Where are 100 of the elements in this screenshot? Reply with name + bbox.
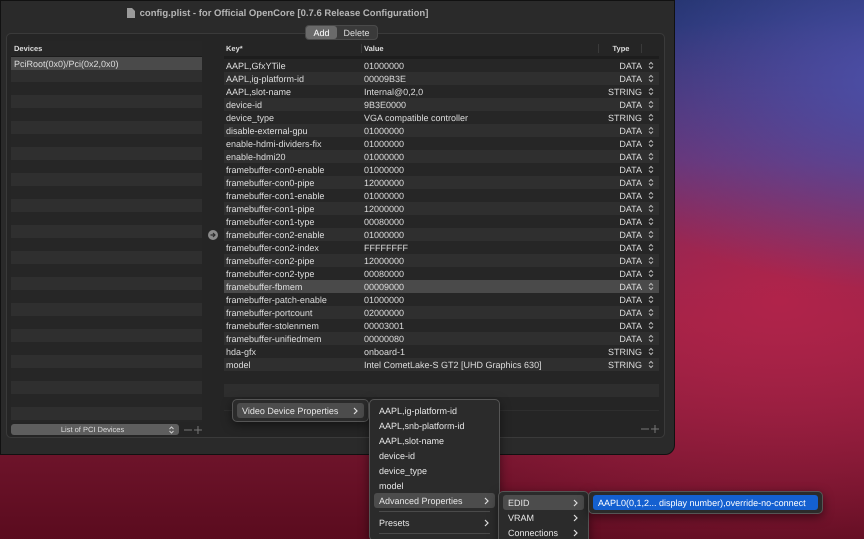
updown-arrows-icon[interactable] <box>648 74 654 83</box>
value-cell-text: 00009000 <box>363 282 406 292</box>
key-cell-text: AAPL,ig-platform-id <box>225 74 306 84</box>
updown-arrows-icon[interactable] <box>648 113 654 122</box>
value-cell-text: 01000000 <box>363 294 406 304</box>
updown-arrows-icon[interactable] <box>648 204 654 213</box>
value-cell-text: 00080000 <box>363 268 406 278</box>
segment-tab[interactable]: Add <box>306 26 336 39</box>
value-cell-text: 01000000 <box>363 164 406 174</box>
type-cell-text: DATA <box>618 100 642 110</box>
add-icon[interactable] <box>194 426 202 434</box>
menu-item[interactable]: Presets <box>374 515 495 530</box>
updown-arrows-icon[interactable] <box>648 165 654 174</box>
updown-arrows-icon[interactable] <box>648 217 654 226</box>
key-cell-text: framebuffer-unifiedmem <box>225 334 322 344</box>
type-cell-text: STRING <box>606 346 642 356</box>
key-cell-text: framebuffer-portcount <box>225 308 314 318</box>
key-cell-text: model <box>225 360 252 370</box>
updown-arrows-icon[interactable] <box>648 87 654 96</box>
updown-arrows-icon[interactable] <box>648 256 654 265</box>
updown-arrows-icon[interactable] <box>648 360 654 369</box>
key-cell-text: framebuffer-fbmem <box>225 282 304 292</box>
type-cell-text: STRING <box>606 86 642 96</box>
type-cell-text: DATA <box>618 190 642 200</box>
key-cell-text: framebuffer-con0-pipe <box>225 178 316 188</box>
updown-arrows-icon[interactable] <box>648 178 654 187</box>
table-row[interactable]: framebuffer-fbmem 00009000 DATA <box>224 280 659 293</box>
type-cell-text: DATA <box>618 320 642 330</box>
menu-item[interactable]: EDID <box>503 495 584 510</box>
type-cell-text: DATA <box>618 138 642 148</box>
type-cell-text: DATA <box>618 308 642 318</box>
segment-tab[interactable]: Delete <box>336 26 377 39</box>
updown-arrows-icon[interactable] <box>648 230 654 239</box>
value-cell-text: 02000000 <box>363 308 406 318</box>
updown-arrows-icon[interactable] <box>648 139 654 148</box>
value-cell-text: 01000000 <box>363 152 406 162</box>
value-cell-text: Intel CometLake-S GT2 [UHD Graphics 630] <box>363 360 543 370</box>
key-cell-text: framebuffer-con1-pipe <box>225 204 316 214</box>
menu-item[interactable]: model <box>374 478 495 493</box>
add-icon[interactable] <box>651 425 659 433</box>
value-cell-text: 00000080 <box>363 334 406 344</box>
updown-arrows-icon[interactable] <box>648 347 654 356</box>
value-cell-text: 01000000 <box>363 126 406 136</box>
device-row[interactable]: PciRoot(0x0)/Pci(0x2,0x0) <box>11 57 202 70</box>
menu-item[interactable]: Video Device Properties <box>237 403 364 418</box>
updown-arrows-icon[interactable] <box>648 334 654 343</box>
key-cell-text: framebuffer-stolenmem <box>225 320 320 330</box>
type-cell-text: DATA <box>618 256 642 266</box>
value-cell-text: onboard-1 <box>363 346 406 356</box>
updown-arrows-icon[interactable] <box>648 126 654 135</box>
updown-arrows-icon[interactable] <box>648 321 654 330</box>
key-cell-text: framebuffer-patch-enable <box>225 294 328 304</box>
updown-arrows-icon[interactable] <box>648 100 654 109</box>
menu-item[interactable]: AAPL,snb-platform-id <box>374 418 495 433</box>
key-cell-text: device_type <box>225 112 276 122</box>
document-icon <box>126 8 135 18</box>
key-cell-text: disable-external-gpu <box>225 126 309 136</box>
menu-item[interactable]: VRAM <box>503 510 584 525</box>
key-cell-text: hda-gfx <box>225 346 258 356</box>
menu-item[interactable]: AAPL,ig-platform-id <box>374 403 495 418</box>
type-cell-text: DATA <box>618 204 642 214</box>
type-cell-text: STRING <box>606 360 642 370</box>
menu-item[interactable]: Connections <box>503 525 584 539</box>
key-cell-text: framebuffer-con1-enable <box>225 190 326 200</box>
menu-item[interactable]: AAPL,slot-name <box>374 433 495 448</box>
type-cell-text: DATA <box>618 282 642 292</box>
value-cell-text: 12000000 <box>363 204 406 214</box>
updown-arrows-icon[interactable] <box>648 308 654 317</box>
updown-arrows-icon[interactable] <box>648 61 654 70</box>
value-cell-text: 01000000 <box>363 190 406 200</box>
value-cell-text: 01000000 <box>363 138 406 148</box>
value-cell-text: 12000000 <box>363 256 406 266</box>
updown-arrows-icon[interactable] <box>648 282 654 291</box>
updown-arrows-icon[interactable] <box>648 269 654 278</box>
type-cell-text: DATA <box>618 334 642 344</box>
value-cell-text: 01000000 <box>363 60 406 70</box>
menu-item[interactable]: device-id <box>374 448 495 463</box>
key-cell-text: AAPL,GfxYTile <box>225 60 287 70</box>
updown-arrows-icon[interactable] <box>648 243 654 252</box>
window-title: config.plist - for Official OpenCore [0.7.6 Release Configuration] <box>140 8 428 18</box>
key-cell-text: enable-hdmi-dividers-fix <box>225 138 323 148</box>
type-cell-text: DATA <box>618 74 642 84</box>
menu-item[interactable]: device_type <box>374 463 495 478</box>
value-cell-text: 00009B3E <box>363 74 408 84</box>
updown-arrows-icon[interactable] <box>648 295 654 304</box>
type-cell-text: DATA <box>618 126 642 136</box>
type-cell-text: DATA <box>618 152 642 162</box>
type-cell-text: DATA <box>618 178 642 188</box>
key-cell-text: framebuffer-con1-type <box>225 216 316 226</box>
updown-arrows-icon[interactable] <box>648 152 654 161</box>
type-cell-text: DATA <box>618 294 642 304</box>
key-cell-text: device-id <box>225 100 264 110</box>
arrow-circle-icon[interactable] <box>208 230 218 240</box>
updown-arrows-icon[interactable] <box>648 191 654 200</box>
key-cell-text: framebuffer-con0-enable <box>225 164 326 174</box>
key-cell-text: framebuffer-con2-type <box>225 268 316 278</box>
menu-item[interactable]: Advanced Properties <box>374 493 495 508</box>
value-cell-text: FFFFFFFF <box>363 242 409 252</box>
menu-item[interactable]: AAPL0(0,1,2... display number),override-no-connect <box>593 495 818 510</box>
value-cell-text: VGA compatible controller <box>363 112 470 122</box>
